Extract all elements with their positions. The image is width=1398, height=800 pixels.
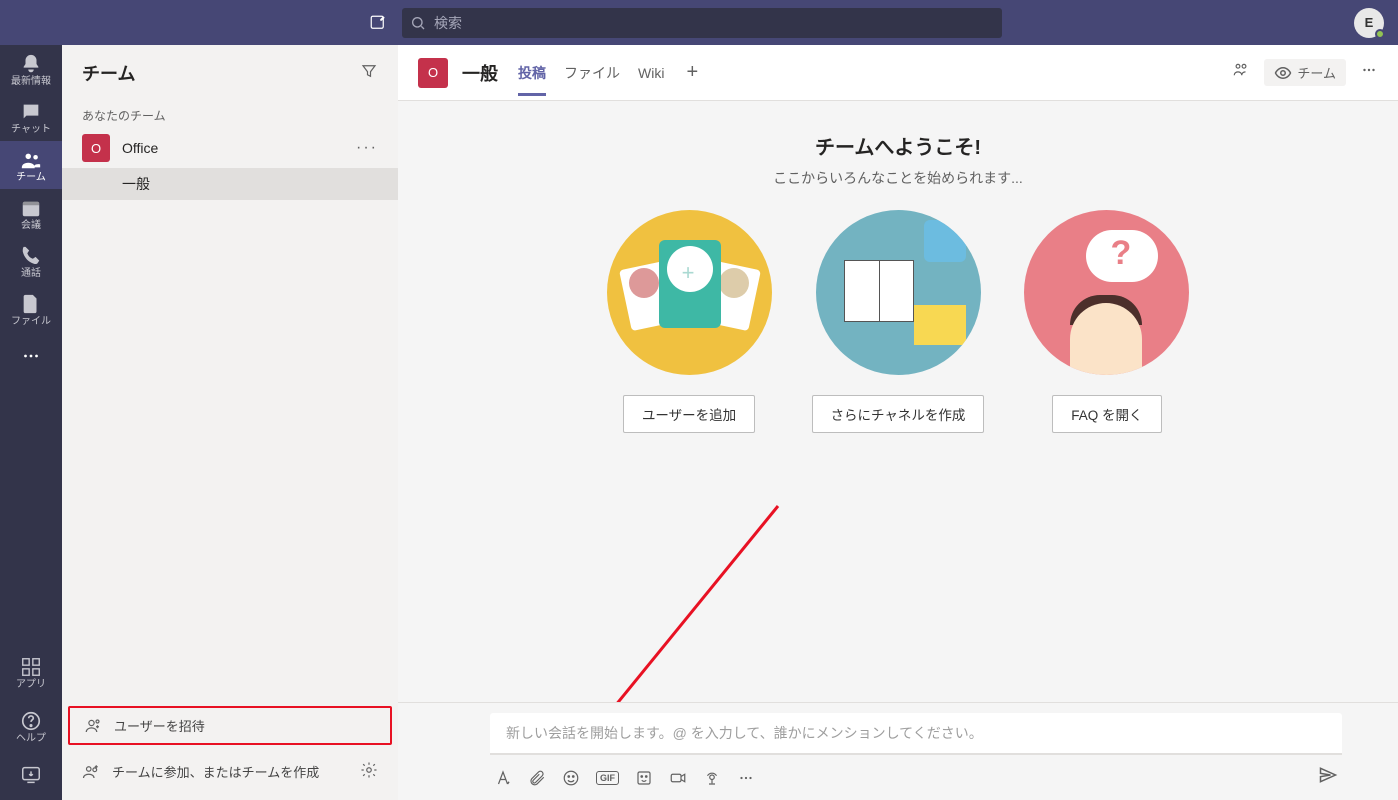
invite-users-button[interactable]: ユーザーを招待	[68, 706, 392, 745]
invite-users-label: ユーザーを招待	[114, 716, 205, 735]
new-chat-button[interactable]	[364, 9, 392, 37]
rail-chat[interactable]: チャット	[0, 93, 62, 141]
channel-header: O 一般 投稿 ファイル Wiki + チーム	[398, 45, 1398, 101]
channel-content: O 一般 投稿 ファイル Wiki + チーム	[398, 45, 1398, 800]
rail-files[interactable]: ファイル	[0, 285, 62, 333]
search-container	[402, 8, 1002, 38]
eye-icon	[1274, 64, 1292, 82]
rail-label: ヘルプ	[16, 734, 46, 744]
search-icon	[410, 15, 426, 36]
app-rail: 最新情報 チャット チーム 会議 通話 ファイル アプリ	[0, 45, 62, 800]
compose-more-button[interactable]	[737, 769, 755, 787]
rail-label: チーム	[16, 173, 46, 183]
compose-toolbar: GIF	[490, 755, 1342, 790]
send-button[interactable]	[1318, 765, 1338, 790]
title-bar: E	[0, 0, 1398, 45]
create-channel-illustration	[816, 210, 981, 375]
tab-posts[interactable]: 投稿	[518, 49, 546, 96]
user-avatar[interactable]: E	[1354, 8, 1384, 38]
join-create-label: チームに参加、またはチームを作成	[112, 762, 319, 781]
team-name: Office	[122, 140, 344, 156]
team-avatar: O	[82, 134, 110, 162]
welcome-title: チームへようこそ!	[815, 131, 981, 160]
compose-input[interactable]	[490, 713, 1342, 755]
team-more-button[interactable]: ···	[356, 139, 378, 157]
channel-team-avatar: O	[418, 58, 448, 88]
rail-calls[interactable]: 通話	[0, 237, 62, 285]
rail-download[interactable]	[0, 756, 62, 788]
welcome-card-add-users: + ユーザーを追加	[607, 210, 772, 433]
meet-now-button[interactable]	[669, 769, 687, 787]
rail-help[interactable]: ヘルプ	[0, 702, 62, 750]
invite-icon	[84, 717, 102, 735]
add-tab-button[interactable]: +	[682, 61, 702, 84]
rail-teams[interactable]: チーム	[0, 141, 62, 189]
meet-button[interactable]: チーム	[1264, 59, 1346, 86]
pane-header: チーム	[62, 45, 398, 101]
rail-label: チャット	[11, 125, 51, 135]
meet-label: チーム	[1297, 63, 1336, 82]
rail-label: ファイル	[11, 317, 51, 327]
faq-illustration: ?	[1024, 210, 1189, 375]
rail-activity[interactable]: 最新情報	[0, 45, 62, 93]
org-button[interactable]	[1232, 61, 1250, 84]
channel-name: 一般	[462, 60, 498, 86]
pane-title: チーム	[82, 60, 135, 86]
avatar-initial: E	[1365, 15, 1374, 30]
filter-button[interactable]	[360, 62, 378, 85]
join-create-team-button[interactable]: チームに参加、またはチームを作成	[62, 751, 398, 792]
add-users-button[interactable]: ユーザーを追加	[623, 395, 755, 433]
rail-apps[interactable]: アプリ	[0, 648, 62, 696]
rail-calendar[interactable]: 会議	[0, 189, 62, 237]
rail-label: 最新情報	[11, 77, 51, 87]
channel-tabs: 投稿 ファイル Wiki +	[518, 49, 702, 96]
rail-label: アプリ	[16, 680, 46, 690]
team-row-office[interactable]: O Office ···	[62, 128, 398, 168]
welcome-card-faq: ? FAQ を開く	[1024, 210, 1189, 433]
presence-indicator	[1375, 29, 1385, 39]
tab-wiki[interactable]: Wiki	[638, 51, 664, 94]
welcome-subtitle: ここからいろんなことを始められます...	[773, 168, 1023, 188]
your-teams-label: あなたのチーム	[62, 101, 398, 128]
rail-more[interactable]	[20, 337, 42, 380]
annotation-arrow	[528, 496, 788, 702]
add-users-illustration: +	[607, 210, 772, 375]
create-channel-button[interactable]: さらにチャネルを作成	[812, 395, 985, 433]
manage-teams-gear[interactable]	[360, 761, 378, 782]
sticker-button[interactable]	[635, 769, 653, 787]
channel-more-button[interactable]	[1360, 61, 1378, 84]
tab-files[interactable]: ファイル	[564, 49, 620, 96]
people-add-icon	[82, 763, 100, 781]
channel-body: チームへようこそ! ここからいろんなことを始められます... + ユーザーを追加	[398, 101, 1398, 702]
search-input[interactable]	[402, 8, 1002, 38]
rail-label: 会議	[21, 221, 41, 231]
welcome-section: チームへようこそ! ここからいろんなことを始められます... + ユーザーを追加	[398, 101, 1398, 443]
attach-button[interactable]	[528, 769, 546, 787]
welcome-card-create-channel: さらにチャネルを作成	[812, 210, 985, 433]
rail-label: 通話	[21, 269, 41, 279]
emoji-button[interactable]	[562, 769, 580, 787]
message-composer: GIF	[398, 702, 1398, 800]
format-button[interactable]	[494, 769, 512, 787]
open-faq-button[interactable]: FAQ を開く	[1052, 395, 1161, 433]
teams-pane: チーム あなたのチーム O Office ··· 一般 ユーザーを招待 チームに…	[62, 45, 398, 800]
gif-button[interactable]: GIF	[596, 771, 619, 785]
stream-button[interactable]	[703, 769, 721, 787]
channel-general[interactable]: 一般	[62, 168, 398, 200]
